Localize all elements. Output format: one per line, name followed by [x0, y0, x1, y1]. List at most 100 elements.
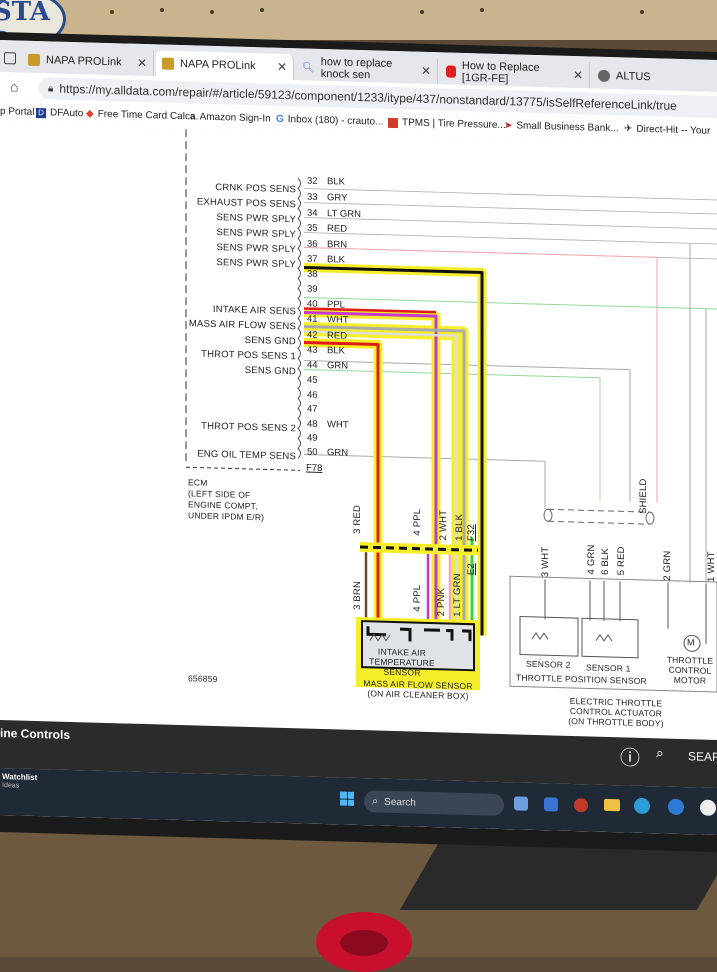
search-icon: 🔍︎ — [302, 61, 315, 74]
tpms-icon — [388, 117, 398, 128]
tab-label: ALTUS — [616, 70, 651, 84]
taskbar-search[interactable]: ⌕ Search — [364, 790, 504, 817]
screen: NAPA PROLink ✕ NAPA PROLink ✕ 🔍︎ how to … — [0, 40, 717, 836]
app-icon-2[interactable] — [668, 798, 684, 816]
amazon-icon: a — [190, 111, 196, 123]
tab-label: NAPA PROLink — [180, 58, 256, 73]
tab-knock-sensor[interactable]: 🔍︎ how to replace knock sen ✕ — [296, 54, 438, 85]
wire-color: BLK — [327, 254, 345, 266]
wire-color: LT GRN — [327, 208, 361, 221]
connector-id: F78 — [306, 462, 323, 475]
ecm-pin: 33 — [307, 191, 318, 203]
close-icon[interactable]: ✕ — [421, 64, 431, 78]
tab-napa-1[interactable]: NAPA PROLink ✕ — [22, 46, 154, 77]
search-icon[interactable]: ⌕ — [656, 744, 664, 761]
globe-icon — [598, 69, 610, 83]
sensor-1-label: SENSOR 1 — [586, 662, 631, 674]
folder-icon[interactable] — [604, 798, 620, 812]
bookmark-amazon[interactable]: a Amazon Sign-In — [190, 111, 271, 124]
wire-reel-center — [340, 930, 388, 956]
info-icon[interactable]: ⓘ — [620, 741, 640, 771]
ecm-pin: 50 — [307, 446, 318, 458]
dfauto-icon: D — [36, 107, 46, 118]
maf-wire-label: 2 WHT — [438, 509, 449, 541]
etc-label: ELECTRIC THROTTLE CONTROL ACTUATOR (ON T… — [568, 695, 664, 729]
bookmark-direct-hit[interactable]: ✈ Direct-Hit -- Your — [624, 123, 710, 136]
ideas-label: Ideas — [2, 782, 20, 790]
youtube-icon — [446, 65, 456, 78]
edge-icon[interactable] — [634, 797, 650, 815]
search-label[interactable]: SEAR — [688, 749, 717, 764]
wire-color: GRN — [327, 447, 349, 459]
maf-wire-label: 1 BLK — [454, 513, 465, 541]
tps-wire-label: 5 RED — [616, 546, 627, 576]
ecm-label: CRNK POS SENS — [215, 182, 296, 196]
search-icon: ⌕ — [372, 794, 379, 808]
ecm-label: INTAKE AIR SENS — [212, 303, 296, 318]
diamond-icon: ◆ — [86, 108, 94, 120]
ecm-label: SENS GND — [244, 364, 296, 378]
pegboard-hole — [160, 8, 164, 12]
ecm-pin: 49 — [307, 432, 318, 444]
maf-wire-label: 3 RED — [352, 504, 363, 535]
pegboard-hole — [110, 10, 114, 14]
tab-napa-2[interactable]: NAPA PROLink ✕ — [156, 50, 294, 81]
watchlist-label[interactable]: Watchlist — [2, 772, 37, 782]
ecm-label: SENS PWR SPLY — [216, 212, 297, 226]
widgets-icon[interactable] — [544, 797, 558, 812]
wire-color: WHT — [327, 419, 349, 431]
google-icon: G — [276, 113, 284, 125]
ecm-label: SENS PWR SPLY — [216, 227, 297, 241]
throttle-motor-label: THROTTLE CONTROL MOTOR — [666, 654, 714, 686]
ecm-pin: 46 — [307, 389, 318, 401]
task-view-icon[interactable] — [514, 796, 528, 811]
close-icon[interactable]: ✕ — [277, 60, 287, 74]
close-icon[interactable]: ✕ — [137, 56, 147, 70]
wire-color: GRY — [327, 192, 348, 204]
ecm-pin: 42 — [307, 329, 318, 341]
lock-icon[interactable]: 🔒︎ — [48, 83, 53, 94]
wire-color: BLK — [327, 345, 345, 357]
ecm-label: SENS PWR SPLY — [216, 257, 297, 271]
iat-sensor-label: INTAKE AIR TEMPERATURE SENSOR — [369, 646, 435, 678]
bookmark-portal[interactable]: p Portal — [0, 106, 34, 118]
pegboard-hole — [640, 10, 644, 14]
pegboard-hole — [210, 10, 214, 14]
bookmark-bank[interactable]: ➤ Small Business Bank... — [504, 120, 619, 134]
wire-color: BRN — [327, 239, 348, 251]
wire-color: RED — [327, 223, 348, 235]
ecm-pin: 43 — [307, 344, 318, 356]
windows-start-icon[interactable] — [340, 791, 354, 806]
ecm-pin: 38 — [307, 268, 318, 280]
ecm-pin: 35 — [307, 222, 318, 234]
bookmark-tpms[interactable]: TPMS | Tire Pressure... — [388, 117, 506, 131]
tab-label: How to Replace [1GR-FE] — [461, 59, 540, 86]
maf-wire-label: 2 PNK — [436, 587, 447, 617]
close-icon[interactable]: ✕ — [573, 68, 583, 82]
tab-altus[interactable]: ALTUS — [592, 63, 717, 92]
tab-actions-icon[interactable] — [4, 52, 16, 65]
ecm-pin: 44 — [307, 359, 318, 371]
tps-wire-label: 6 BLK — [600, 547, 611, 576]
chrome-icon[interactable] — [700, 799, 716, 816]
pegboard-hole — [480, 8, 484, 12]
bookmark-time-card[interactable]: ◆ Free Time Card Calc... — [86, 108, 198, 122]
tps-wire-label: 3 WHT — [540, 546, 551, 578]
maf-wire-label: 1 LT GRN — [452, 573, 463, 617]
bookmark-dfauto[interactable]: D DFAuto — [36, 107, 83, 119]
wire-color: RED — [327, 330, 348, 342]
monitor: NAPA PROLink ✕ NAPA PROLink ✕ 🔍︎ how to … — [0, 32, 717, 853]
ecm-pin: 40 — [307, 298, 318, 310]
bookmark-inbox[interactable]: G Inbox (180) - crauto... — [276, 114, 383, 128]
ecm-pin: 36 — [307, 238, 318, 250]
ecm-pin: 45 — [307, 374, 318, 386]
maf-connector-id: F32 — [466, 524, 477, 542]
app-icon[interactable] — [574, 798, 588, 813]
home-icon[interactable]: ⌂ — [10, 78, 18, 94]
maf-wire-label: 4 PPL — [412, 508, 423, 536]
direct-hit-icon: ✈ — [624, 123, 633, 135]
tps-wire-label: 4 GRN — [586, 544, 597, 575]
ecm-pin: 47 — [307, 403, 318, 415]
wire-color: GRN — [327, 360, 349, 372]
diagram-id: 656859 — [188, 673, 218, 685]
